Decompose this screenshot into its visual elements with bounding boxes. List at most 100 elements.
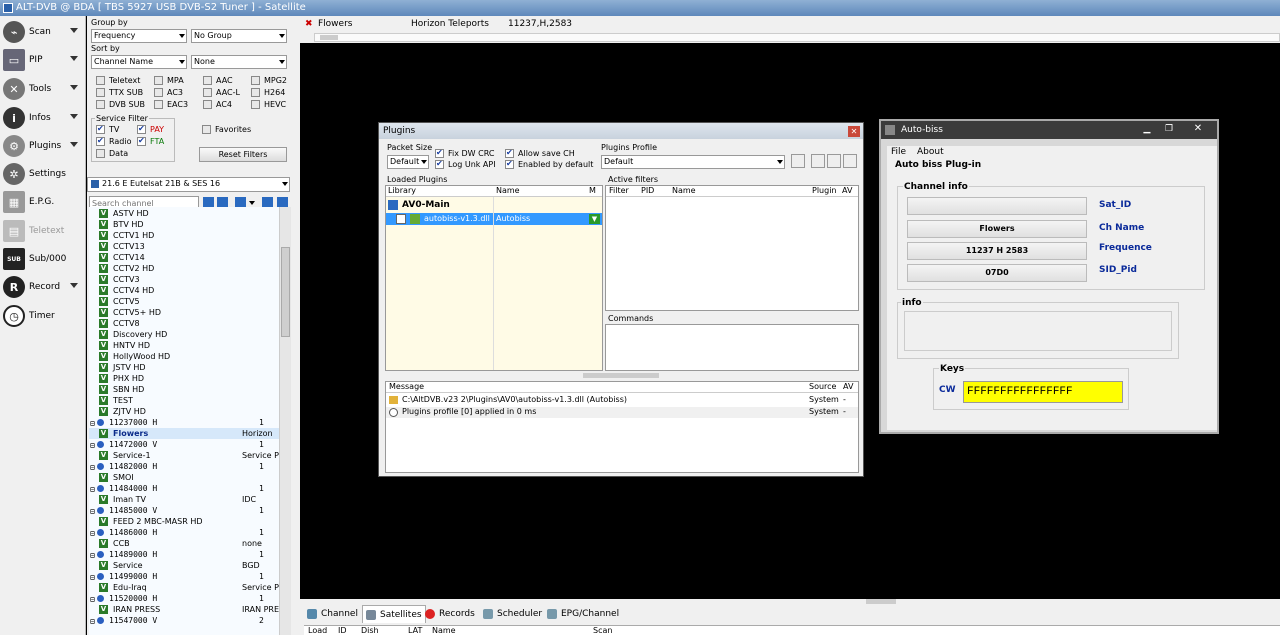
filter-mpa[interactable]: MPA (154, 76, 184, 85)
column-header[interactable]: Filter (609, 186, 629, 195)
filter-dvb-sub[interactable]: DVB SUB (96, 100, 145, 109)
chevron-down-icon[interactable] (70, 56, 78, 61)
allow-save-ch-checkbox[interactable]: Allow save CH (505, 148, 575, 158)
checkbox[interactable] (435, 159, 444, 169)
checkbox[interactable] (505, 159, 514, 169)
nav-tools[interactable]: ✕ Tools (0, 76, 86, 102)
checkbox[interactable] (96, 100, 105, 109)
nav-scan[interactable]: ⌁ Scan (0, 19, 86, 45)
plugins-profile-select[interactable]: Default (601, 155, 785, 169)
column-header[interactable]: Dish (361, 626, 379, 635)
filter-ac3[interactable]: AC3 (154, 88, 183, 97)
checkbox[interactable] (203, 88, 212, 97)
column-header[interactable]: Load (308, 626, 327, 635)
channel-row[interactable]: V HNTV HD (89, 340, 279, 351)
chevron-down-icon[interactable] (70, 85, 78, 90)
checkbox[interactable] (202, 125, 211, 134)
enabled-by-default-checkbox[interactable]: Enabled by default (505, 159, 593, 169)
checkbox[interactable] (396, 214, 406, 224)
menu-file[interactable]: File (891, 147, 906, 157)
frequency-group-row[interactable]: ⊟ 11482000 H1 (89, 461, 279, 472)
checkbox[interactable] (96, 149, 105, 158)
edit-profile-icon[interactable] (827, 154, 841, 168)
column-header[interactable]: Name (672, 186, 696, 195)
message-log[interactable]: Message Source AV C:\AltDVB.v23 2\Plugin… (385, 381, 859, 473)
loaded-plugins-list[interactable]: Library Name M AV0-Main autobiss-v1.3.dl… (385, 185, 603, 371)
column-header[interactable]: Name (432, 626, 456, 635)
channel-row[interactable]: V CCTV2 HD (89, 263, 279, 274)
filter-data[interactable]: Data (96, 149, 128, 158)
channel-row[interactable]: V CCTV1 HD (89, 230, 279, 241)
fix-dw-crc-checkbox[interactable]: Fix DW CRC (435, 148, 494, 158)
chevron-down-icon[interactable] (70, 283, 78, 288)
scrollbar-thumb[interactable] (281, 247, 290, 337)
frequency-group-row[interactable]: ⊟ 11520000 H1 (89, 593, 279, 604)
minimize-icon[interactable]: ▁ (1137, 124, 1157, 136)
channel-row[interactable]: V CCTV5 (89, 296, 279, 307)
column-header[interactable]: Plugin (812, 186, 837, 195)
checkbox[interactable] (251, 100, 260, 109)
filter-fta[interactable]: FTA (137, 136, 164, 146)
collapse-icon[interactable]: ⊟ (90, 616, 95, 627)
channel-row[interactable]: V FEED 2 MBC-MASR HD (89, 516, 279, 527)
tab-channel[interactable]: Channel (304, 605, 361, 623)
sort-select[interactable]: None (191, 55, 287, 69)
chevron-down-icon[interactable] (70, 114, 78, 119)
checkbox[interactable] (505, 148, 514, 158)
frequency-group-row[interactable]: ⊟ 11499000 H1 (89, 571, 279, 582)
checkbox[interactable] (154, 100, 163, 109)
tab-scheduler[interactable]: Scheduler (480, 605, 545, 623)
filter-aac[interactable]: AAC (203, 76, 233, 85)
channel-row[interactable]: V HollyWood HD (89, 351, 279, 362)
column-header[interactable]: PID (641, 186, 654, 195)
channel-row[interactable]: V CCTV5+ HD (89, 307, 279, 318)
channel-list-scrollbar[interactable] (279, 207, 291, 635)
packet-size-select[interactable]: Default (387, 155, 429, 169)
cw-input[interactable]: FFFFFFFFFFFFFFFF (963, 381, 1123, 403)
filter-aac-l[interactable]: AAC-L (203, 88, 240, 97)
frequency-group-row[interactable]: ⊟ 11486000 H1 (89, 527, 279, 538)
add-profile-icon[interactable] (811, 154, 825, 168)
checkbox[interactable] (96, 88, 105, 97)
channel-row[interactable]: V Service-1 Service P (89, 450, 279, 461)
column-header[interactable]: LAT (408, 626, 422, 635)
column-header[interactable]: Library (388, 186, 416, 195)
column-header[interactable]: AV (842, 186, 852, 195)
tab-records[interactable]: Records (422, 605, 478, 623)
filter-h264[interactable]: H264 (251, 88, 285, 97)
channel-row[interactable]: V Flowers Horizon (89, 428, 279, 439)
maximize-icon[interactable]: ❐ (1159, 124, 1179, 136)
refresh-icon[interactable] (791, 154, 805, 168)
menu-about[interactable]: About (917, 147, 944, 157)
close-icon[interactable]: ✕ (1181, 123, 1215, 137)
filter-ac4[interactable]: AC4 (203, 100, 232, 109)
frequency-group-row[interactable]: ⊟ 11485000 V1 (89, 505, 279, 516)
nav-record[interactable]: R Record (0, 274, 86, 300)
filter-mpg2[interactable]: MPG2 (251, 76, 287, 85)
channel-row[interactable]: V Discovery HD (89, 329, 279, 340)
channel-row[interactable]: V CCTV3 (89, 274, 279, 285)
nav-sub[interactable]: SUB Sub/000 (0, 246, 86, 272)
checkbox[interactable] (96, 76, 105, 85)
column-header[interactable]: ID (338, 626, 347, 635)
panel-splitter[interactable] (293, 16, 300, 635)
active-filters-list[interactable]: Filter PID Name Plugin AV (605, 185, 859, 311)
filter-hevc[interactable]: HEVC (251, 100, 286, 109)
commands-box[interactable] (605, 324, 859, 371)
channel-row[interactable]: V SBN HD (89, 384, 279, 395)
chevron-down-icon[interactable]: ▼ (589, 214, 600, 224)
plugin-row[interactable]: autobiss-v1.3.dll Autobiss ▼ (386, 213, 602, 225)
satellite-select[interactable]: 21.6 E Eutelsat 21B & SES 16 (87, 177, 290, 192)
filter-teletext[interactable]: Teletext (96, 76, 140, 85)
chevron-down-icon[interactable] (70, 28, 78, 33)
column-header[interactable]: Source (809, 382, 836, 391)
close-icon[interactable]: ✕ (848, 126, 860, 137)
channel-row[interactable]: V BTV HD (89, 219, 279, 230)
channel-row[interactable]: V CCTV13 (89, 241, 279, 252)
channel-list[interactable]: V ASTV HD V BTV HD V CCTV1 HD V CCTV13 V CCTV14 V C… (89, 207, 279, 635)
channel-row[interactable]: V CCTV4 HD (89, 285, 279, 296)
channel-row[interactable]: V PHX HD (89, 373, 279, 384)
channel-row[interactable]: V Iman TV IDC (89, 494, 279, 505)
checkbox[interactable] (96, 136, 105, 146)
nav-timer[interactable]: ◷ Timer (0, 303, 86, 329)
